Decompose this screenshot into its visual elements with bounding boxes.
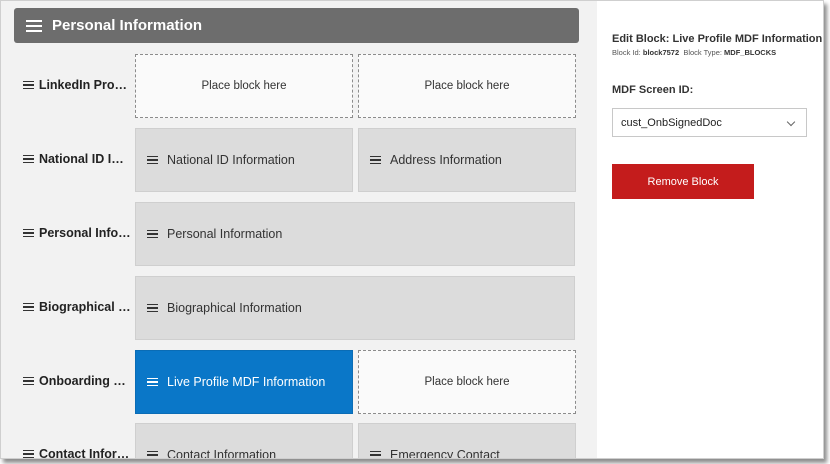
row-label-national-id[interactable]: National ID In…: [23, 149, 131, 169]
place-block-slot[interactable]: Place block here: [135, 54, 353, 118]
layout-canvas: Personal Information LinkedIn Profile Pl…: [1, 1, 596, 458]
drag-handle-icon[interactable]: [23, 301, 34, 314]
remove-block-button[interactable]: Remove Block: [612, 164, 754, 199]
block-emergency-contact[interactable]: Emergency Contact: [358, 423, 576, 458]
row-label-biographical[interactable]: Biographical …: [23, 297, 131, 317]
row-label-personal-info[interactable]: Personal Info…: [23, 223, 131, 243]
place-block-slot[interactable]: Place block here: [358, 54, 576, 118]
mdf-screen-id-label: MDF Screen ID:: [612, 84, 694, 96]
row-label-linkedin[interactable]: LinkedIn Profile: [23, 75, 131, 95]
block-biographical-information[interactable]: Biographical Information: [135, 276, 575, 340]
row-label-onboarding[interactable]: Onboarding …: [23, 371, 131, 391]
block-national-id-information[interactable]: National ID Information: [135, 128, 353, 192]
drag-handle-icon[interactable]: [370, 449, 381, 458]
app-frame: Personal Information LinkedIn Profile Pl…: [0, 0, 824, 459]
block-meta: Block Id: block7572 Block Type: MDF_BLOC…: [612, 48, 777, 57]
edit-block-panel: Edit Block: Live Profile MDF Information…: [597, 1, 823, 458]
drag-handle-icon[interactable]: [23, 227, 34, 240]
drag-handle-icon[interactable]: [147, 154, 158, 167]
drag-handle-icon[interactable]: [147, 376, 158, 389]
drag-handle-icon[interactable]: [23, 375, 34, 388]
chevron-down-icon[interactable]: [786, 117, 796, 127]
row-label-contact[interactable]: Contact Infor…: [23, 444, 131, 458]
drag-handle-icon[interactable]: [23, 79, 34, 92]
block-contact-information[interactable]: Contact Information: [135, 423, 353, 458]
drag-handle-icon[interactable]: [147, 228, 158, 241]
block-personal-information[interactable]: Personal Information: [135, 202, 575, 266]
drag-handle-icon[interactable]: [147, 302, 158, 315]
place-block-slot[interactable]: Place block here: [358, 350, 576, 414]
drag-handle-icon[interactable]: [23, 153, 34, 166]
drag-handle-icon[interactable]: [370, 154, 381, 167]
drag-handle-icon[interactable]: [147, 449, 158, 458]
block-address-information[interactable]: Address Information: [358, 128, 576, 192]
drag-handle-icon[interactable]: [23, 448, 34, 458]
hamburger-icon[interactable]: [26, 17, 42, 35]
section-title: Personal Information: [52, 17, 203, 34]
block-live-profile-mdf-information[interactable]: Live Profile MDF Information: [135, 350, 353, 414]
edit-block-title: Edit Block: Live Profile MDF Information: [612, 33, 823, 45]
mdf-screen-id-select[interactable]: cust_OnbSignedDoc: [612, 108, 807, 137]
section-header[interactable]: Personal Information: [14, 8, 579, 43]
